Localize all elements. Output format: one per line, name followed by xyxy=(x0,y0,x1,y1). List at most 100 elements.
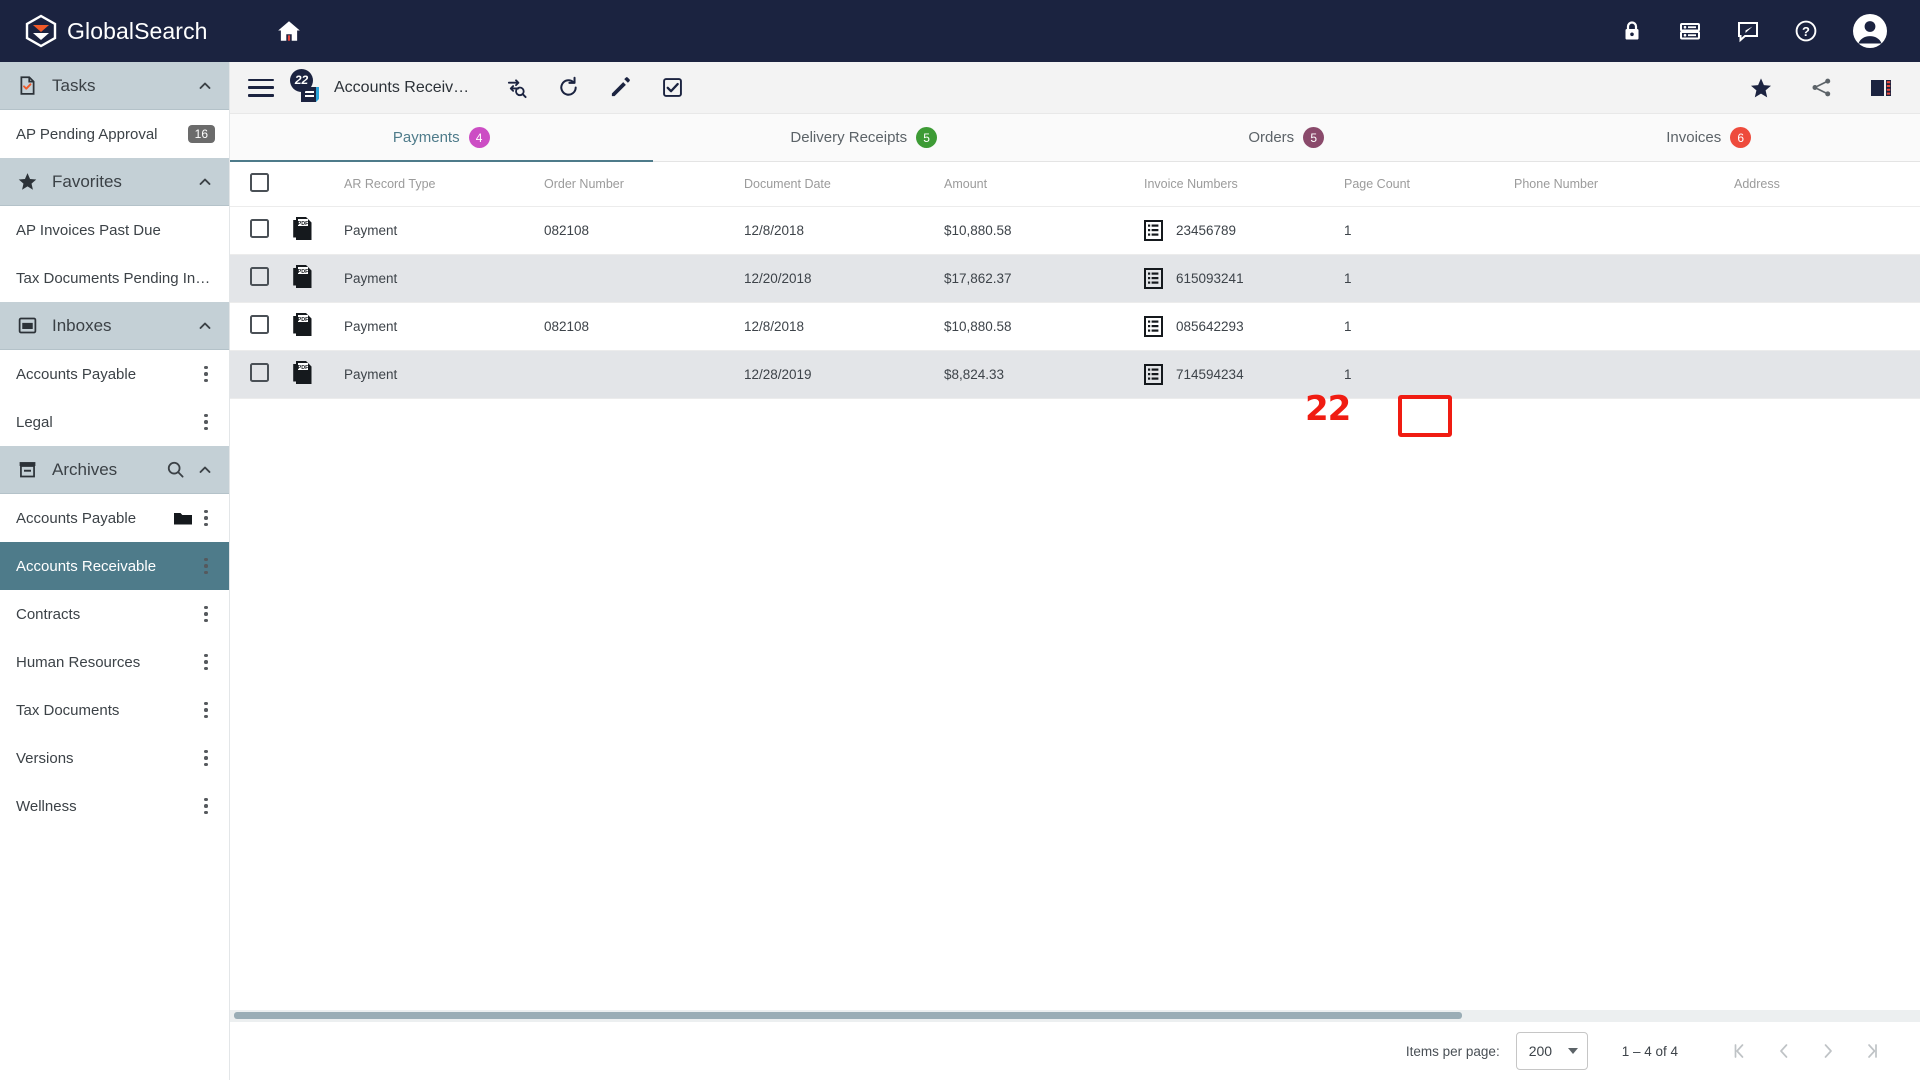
sidebar-item-versions[interactable]: Versions xyxy=(0,734,229,782)
document-stack-icon[interactable]: 22 xyxy=(288,73,322,103)
invoice-list-icon[interactable] xyxy=(1144,316,1163,337)
cell-address xyxy=(1728,350,1920,398)
tab-label: Payments xyxy=(393,129,460,146)
sidebar-item-accounts-receivable[interactable]: Accounts Receivable xyxy=(0,542,229,590)
sidebar-section-favorites[interactable]: Favorites xyxy=(0,158,229,206)
search-refine-icon[interactable] xyxy=(499,71,533,105)
hamburger-menu-icon[interactable] xyxy=(248,79,274,97)
sidebar-item-menu-icon[interactable] xyxy=(197,366,215,383)
select-all-checkbox[interactable] xyxy=(250,173,269,192)
archive-box-icon xyxy=(16,459,38,481)
sidebar-section-tasks[interactable]: Tasks xyxy=(0,62,229,110)
invoice-list-icon[interactable] xyxy=(1144,220,1163,241)
last-page-icon[interactable] xyxy=(1850,1031,1894,1071)
sidebar-item-ap-invoices-past-due[interactable]: AP Invoices Past Due xyxy=(0,206,229,254)
sidebar-item-human-resources[interactable]: Human Resources xyxy=(0,638,229,686)
sidebar-section-archives[interactable]: Archives xyxy=(0,446,229,494)
sidebar-item-label: Accounts Payable xyxy=(16,510,173,527)
sidebar-item-tax-documents-pending-inde[interactable]: Tax Documents Pending Inde… xyxy=(0,254,229,302)
help-icon[interactable]: ? xyxy=(1792,17,1820,45)
column-header-address[interactable]: Address xyxy=(1728,162,1920,206)
sidebar-item-menu-icon[interactable] xyxy=(197,510,215,527)
sidebar-section-inboxes[interactable]: Inboxes xyxy=(0,302,229,350)
cell-page-count: 1 xyxy=(1338,302,1508,350)
sidebar-item-tax-documents[interactable]: Tax Documents xyxy=(0,686,229,734)
sidebar-item-menu-icon[interactable] xyxy=(197,558,215,575)
invoice-list-icon[interactable] xyxy=(1144,364,1163,385)
row-checkbox[interactable] xyxy=(250,315,269,334)
sidebar-item-wellness[interactable]: Wellness xyxy=(0,782,229,830)
pdf-file-icon[interactable]: PDF xyxy=(292,360,312,384)
pdf-file-icon[interactable]: PDF xyxy=(292,264,312,288)
brand[interactable]: GlobalSearch xyxy=(0,0,230,62)
row-checkbox[interactable] xyxy=(250,219,269,238)
layout-panel-icon[interactable] xyxy=(1864,71,1898,105)
sidebar-item-label: Accounts Receivable xyxy=(16,558,197,575)
row-select-cell xyxy=(230,206,286,254)
sidebar-item-menu-icon[interactable] xyxy=(197,798,215,815)
share-icon[interactable] xyxy=(1804,71,1838,105)
column-header-page-count[interactable]: Page Count xyxy=(1338,162,1508,206)
column-header-phone-number[interactable]: Phone Number xyxy=(1508,162,1728,206)
horizontal-scrollbar[interactable] xyxy=(230,1010,1920,1022)
row-checkbox[interactable] xyxy=(250,267,269,286)
chevron-up-icon[interactable] xyxy=(197,174,213,190)
pdf-file-icon[interactable]: PDF xyxy=(292,216,312,240)
chevron-up-icon[interactable] xyxy=(197,78,213,94)
invoice-list-icon[interactable] xyxy=(1144,268,1163,289)
favorite-star-icon[interactable] xyxy=(1744,71,1778,105)
chat-edit-icon[interactable] xyxy=(1734,17,1762,45)
row-checkbox[interactable] xyxy=(250,363,269,382)
edit-pencil-icon[interactable] xyxy=(603,71,637,105)
cell-ar-record-type: Payment xyxy=(338,350,538,398)
first-page-icon[interactable] xyxy=(1718,1031,1762,1071)
prev-page-icon[interactable] xyxy=(1762,1031,1806,1071)
next-page-icon[interactable] xyxy=(1806,1031,1850,1071)
refresh-icon[interactable] xyxy=(551,71,585,105)
column-header-amount[interactable]: Amount xyxy=(938,162,1138,206)
items-per-page-select[interactable]: 200 xyxy=(1516,1032,1588,1070)
column-header-invoice-numbers[interactable]: Invoice Numbers xyxy=(1138,162,1338,206)
user-avatar-icon[interactable] xyxy=(1850,11,1890,51)
sidebar-item-accounts-payable[interactable]: Accounts Payable xyxy=(0,350,229,398)
sidebar-item-menu-icon[interactable] xyxy=(197,750,215,767)
lock-icon[interactable] xyxy=(1618,17,1646,45)
table-row[interactable]: PDFPayment08210812/8/2018$10,880.5823456… xyxy=(230,206,1920,254)
sidebar-item-menu-icon[interactable] xyxy=(197,702,215,719)
top-app-bar: GlobalSearch xyxy=(0,0,1920,62)
column-header-ar-record-type[interactable]: AR Record Type xyxy=(338,162,538,206)
sidebar-item-ap-pending-approval[interactable]: AP Pending Approval16 xyxy=(0,110,229,158)
home-icon[interactable] xyxy=(272,14,306,48)
chevron-up-icon[interactable] xyxy=(197,318,213,334)
tab-label: Delivery Receipts xyxy=(790,129,907,146)
content-toolbar: 22 Accounts Receiv… xyxy=(230,62,1920,114)
select-all-check-icon[interactable] xyxy=(655,71,689,105)
svg-text:PDF: PDF xyxy=(298,269,309,275)
sidebar-item-contracts[interactable]: Contracts xyxy=(0,590,229,638)
table-row[interactable]: PDFPayment12/20/2018$17,862.376150932411 xyxy=(230,254,1920,302)
tab-invoices[interactable]: Invoices6 xyxy=(1498,114,1920,161)
sidebar-item-menu-icon[interactable] xyxy=(197,414,215,431)
cell-amount: $8,824.33 xyxy=(938,350,1138,398)
column-header-order-number[interactable]: Order Number xyxy=(538,162,738,206)
sidebar-item-menu-icon[interactable] xyxy=(197,606,215,623)
sidebar-item-legal[interactable]: Legal xyxy=(0,398,229,446)
chevron-up-icon[interactable] xyxy=(197,462,213,478)
tab-orders[interactable]: Orders5 xyxy=(1075,114,1498,161)
tab-payments[interactable]: Payments4 xyxy=(230,114,653,161)
sidebar-item-accounts-payable[interactable]: Accounts Payable xyxy=(0,494,229,542)
database-icon[interactable] xyxy=(1676,17,1704,45)
pdf-file-icon[interactable]: PDF xyxy=(292,312,312,336)
column-header-document-date[interactable]: Document Date xyxy=(738,162,938,206)
pagination-range-label: 1 – 4 of 4 xyxy=(1622,1044,1678,1059)
archives-search-icon[interactable] xyxy=(165,460,185,480)
tab-delivery-receipts[interactable]: Delivery Receipts5 xyxy=(653,114,1076,161)
sidebar-item-menu-icon[interactable] xyxy=(197,654,215,671)
sidebar-section-label: Favorites xyxy=(52,172,197,192)
sidebar-item-label: Accounts Payable xyxy=(16,366,197,383)
table-row[interactable]: PDFPayment08210812/8/2018$10,880.5808564… xyxy=(230,302,1920,350)
horizontal-scrollbar-thumb[interactable] xyxy=(234,1012,1462,1019)
items-per-page-label: Items per page: xyxy=(1406,1044,1500,1059)
cell-document-date: 12/8/2018 xyxy=(738,206,938,254)
table-row[interactable]: PDFPayment12/28/2019$8,824.337145942341 xyxy=(230,350,1920,398)
